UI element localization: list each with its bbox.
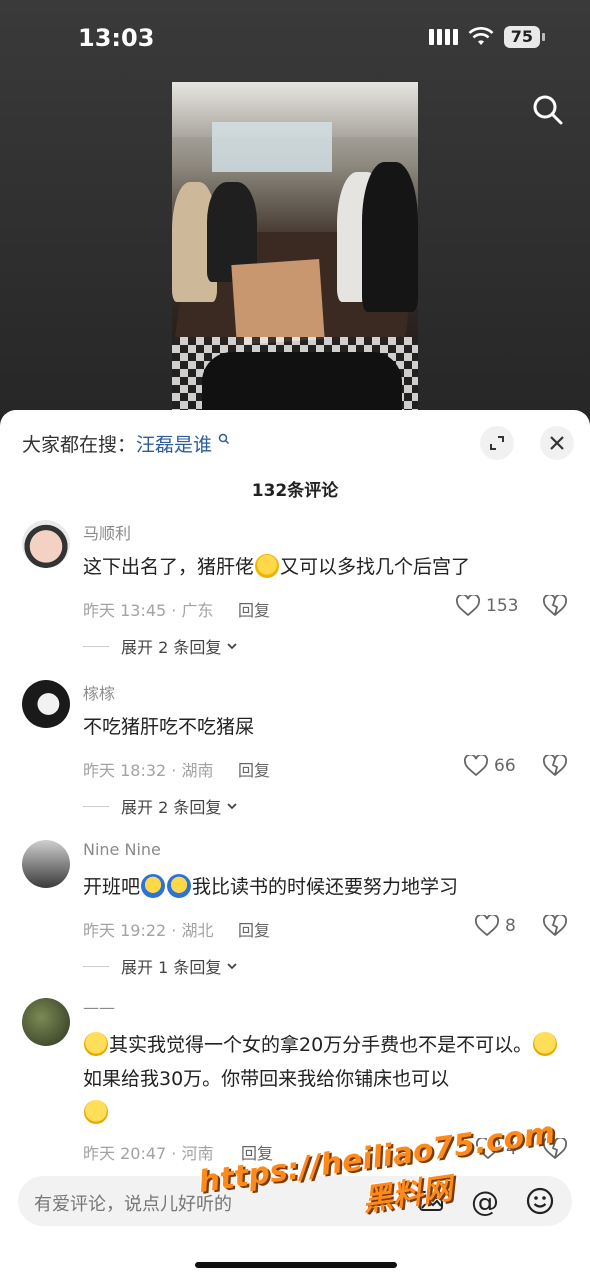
heart-icon: [456, 595, 480, 617]
comment-text: 开班吧 我比读书的时候还要努力地学习: [83, 874, 459, 898]
reply-button[interactable]: 回复: [238, 917, 270, 941]
smirk-emoji-icon: [255, 554, 280, 578]
dislike-button[interactable]: [543, 593, 567, 621]
expand-replies[interactable]: 展开 1 条回复: [83, 954, 239, 978]
comment-meta: 昨天 13:45 · 广东: [83, 601, 214, 620]
comment-text: 不吃猪肝吃不吃猪屎: [83, 716, 255, 738]
chevron-down-icon: [227, 643, 237, 650]
like-button[interactable]: 8: [475, 915, 516, 937]
dislike-button[interactable]: [543, 753, 567, 781]
comment-meta: 昨天 18:32 · 湖南: [83, 761, 214, 780]
avatar[interactable]: [22, 840, 70, 888]
comment-username[interactable]: 榢榢: [83, 680, 115, 704]
expand-replies[interactable]: 展开 2 条回复: [83, 634, 239, 658]
reply-button[interactable]: 回复: [238, 757, 270, 781]
crying-emoji-icon: [167, 874, 192, 898]
avatar[interactable]: [22, 998, 70, 1046]
search-small-icon: [218, 433, 230, 445]
chevron-down-icon: [227, 803, 237, 810]
close-icon: [550, 436, 564, 450]
comment-username[interactable]: 马顺利: [83, 520, 131, 544]
wifi-icon: [468, 27, 494, 45]
reply-button[interactable]: 回复: [238, 597, 270, 621]
like-button[interactable]: 153: [456, 595, 518, 617]
dislike-button[interactable]: [543, 913, 567, 941]
crying-emoji-icon: [141, 874, 166, 898]
expand-replies[interactable]: 展开 2 条回复: [83, 794, 239, 818]
avatar[interactable]: [22, 680, 70, 728]
like-button[interactable]: 66: [464, 755, 516, 777]
heart-icon: [475, 915, 499, 937]
status-time: 13:03: [78, 24, 155, 52]
heart-icon: [464, 755, 488, 777]
comment-username[interactable]: Nine Nine: [83, 840, 161, 859]
thinking-emoji-icon: [84, 1032, 108, 1056]
avatar[interactable]: [22, 520, 70, 568]
comment-meta: 昨天 20:47 · 河南: [83, 1144, 214, 1163]
expand-icon: [490, 436, 504, 450]
comment-text: 这下出名了，猪肝佬 又可以多找几个后宫了: [83, 554, 471, 578]
home-indicator[interactable]: [195, 1262, 397, 1268]
trending-search[interactable]: 大家都在搜：汪磊是谁: [22, 430, 230, 457]
trending-prefix: 大家都在搜：: [22, 434, 137, 456]
search-icon: [533, 95, 563, 125]
comment-meta: 昨天 19:22 · 湖北: [83, 921, 214, 940]
video-frame-image[interactable]: [172, 82, 418, 412]
dislike-heart-icon: [543, 753, 567, 777]
dislike-heart-icon: [543, 913, 567, 937]
comment-count: 132条评论: [251, 481, 339, 501]
like-count: 153: [486, 596, 519, 616]
like-count: 8: [505, 916, 516, 936]
dislike-heart-icon: [543, 593, 567, 617]
video-background: 13:03 75: [0, 0, 590, 430]
comment-text: 其实我觉得一个女的拿20万分手费也不是不可以。 如果给我30万。你带回来我给你铺…: [83, 1028, 563, 1130]
close-button[interactable]: [540, 426, 574, 460]
comment-username[interactable]: ——: [83, 998, 115, 1017]
chevron-down-icon: [227, 963, 237, 970]
trending-keyword[interactable]: 汪磊是谁: [136, 434, 212, 456]
status-icons: 75: [428, 26, 546, 48]
thinking-emoji-icon: [533, 1032, 558, 1056]
expand-button[interactable]: [480, 426, 514, 460]
thinking-emoji-icon: [84, 1100, 108, 1124]
signal-icon: [428, 29, 458, 45]
battery-indicator: 75: [503, 26, 546, 48]
search-button[interactable]: [528, 90, 568, 130]
like-count: 66: [494, 756, 516, 776]
